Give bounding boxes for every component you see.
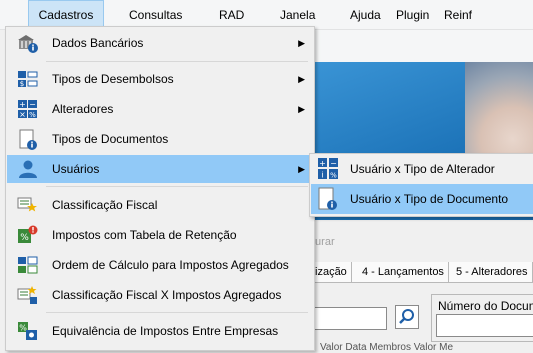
tabs-row: bilização 4 - Lançamentos 5 - Alteradore… bbox=[300, 262, 533, 283]
svg-text:%: % bbox=[20, 233, 29, 243]
document-number-field[interactable] bbox=[436, 314, 533, 337]
submenu-arrow-icon: ▶ bbox=[298, 104, 305, 114]
menu-item-tipos-documentos[interactable]: Tipos de Documentos bbox=[7, 125, 313, 153]
footer-text: Valor Data Membros Valor Me bbox=[320, 342, 454, 353]
menu-item-usuarios[interactable]: Usuários ▶ bbox=[7, 155, 313, 183]
tax-retention-icon: % bbox=[17, 225, 39, 245]
menu-item-label: Equivalência de Impostos Entre Empresas bbox=[52, 324, 279, 338]
menu-separator bbox=[46, 186, 308, 187]
menu-item-classificacao-impostos[interactable]: Classificação Fiscal X Impostos Agregado… bbox=[7, 281, 313, 309]
submenu-item-label: Usuário x Tipo de Documento bbox=[350, 192, 509, 206]
menu-item-label: Dados Bancários bbox=[52, 36, 144, 50]
calculator-info-icon: + − i % bbox=[317, 157, 339, 181]
menu-item-label: Usuários bbox=[52, 162, 100, 176]
cadastros-menu: Dados Bancários ▶ $ Tipos de Desembolsos… bbox=[5, 26, 315, 351]
document-info-icon bbox=[317, 187, 339, 211]
menu-item-label: Tipos de Documentos bbox=[52, 132, 169, 146]
calculator-icon: + − × % bbox=[17, 99, 39, 119]
tax-equivalence-icon: % bbox=[17, 321, 39, 341]
menu-item-label: Tipos de Desembolsos bbox=[52, 72, 174, 86]
svg-text:i: i bbox=[321, 171, 323, 180]
menu-janela[interactable]: Janela bbox=[280, 0, 315, 29]
menu-item-label: Classificação Fiscal X Impostos Agregado… bbox=[52, 288, 282, 302]
menu-item-label: Classificação Fiscal bbox=[52, 198, 158, 212]
menu-item-label: Alteradores bbox=[52, 102, 114, 116]
menu-rad[interactable]: RAD bbox=[219, 0, 244, 29]
usuarios-submenu: + − i % Usuário x Tipo de Alterador Usuá… bbox=[309, 153, 533, 217]
submenu-arrow-icon: ▶ bbox=[298, 38, 305, 48]
menu-item-alteradores[interactable]: + − × % Alteradores ▶ bbox=[7, 95, 313, 123]
document-number-label: Número do Docum bbox=[438, 299, 533, 313]
menu-separator bbox=[46, 312, 308, 313]
menu-item-ordem-calculo[interactable]: Ordem de Cálculo para Impostos Agregados bbox=[7, 251, 313, 279]
svg-text:%: % bbox=[19, 324, 27, 333]
submenu-item-label: Usuário x Tipo de Alterador bbox=[350, 162, 495, 176]
svg-text:$: $ bbox=[20, 80, 24, 88]
search-icon bbox=[399, 309, 414, 324]
tab-lancamentos[interactable]: 4 - Lançamentos bbox=[358, 262, 449, 282]
menu-cadastros[interactable]: Cadastros bbox=[28, 0, 104, 29]
svg-text:×: × bbox=[19, 110, 26, 119]
menu-item-label: Impostos com Tabela de Retenção bbox=[52, 228, 237, 242]
search-field[interactable] bbox=[312, 307, 387, 330]
document-info-icon bbox=[17, 129, 39, 150]
svg-text:−: − bbox=[330, 159, 337, 168]
submenu-arrow-icon: ▶ bbox=[298, 74, 305, 84]
disbursement-types-icon: $ bbox=[17, 69, 39, 89]
tab-alteradores[interactable]: 5 - Alteradores bbox=[452, 262, 533, 282]
menu-ajuda[interactable]: Ajuda bbox=[350, 0, 381, 29]
menu-item-dados-bancarios[interactable]: Dados Bancários ▶ bbox=[7, 29, 313, 57]
svg-text:+: + bbox=[319, 159, 326, 168]
toolbar bbox=[300, 30, 533, 63]
menu-item-equivalencia-impostos[interactable]: % Equivalência de Impostos Entre Empresa… bbox=[7, 317, 313, 345]
svg-text:+: + bbox=[19, 100, 26, 109]
search-button[interactable] bbox=[395, 305, 419, 329]
menu-item-classificacao-fiscal[interactable]: Classificação Fiscal bbox=[7, 191, 313, 219]
svg-text:%: % bbox=[29, 111, 36, 119]
calculation-order-icon bbox=[17, 255, 39, 275]
submenu-item-usuario-documento[interactable]: Usuário x Tipo de Documento bbox=[311, 184, 533, 214]
menu-reinf[interactable]: Reinf bbox=[444, 0, 472, 29]
menu-item-label: Ordem de Cálculo para Impostos Agregados bbox=[52, 258, 289, 272]
user-icon bbox=[17, 159, 39, 179]
capture-button-label: turar bbox=[312, 236, 335, 248]
fiscal-tax-link-icon bbox=[17, 285, 39, 305]
fiscal-classification-icon bbox=[17, 195, 39, 215]
submenu-arrow-icon: ▶ bbox=[298, 164, 305, 174]
menu-consultas[interactable]: Consultas bbox=[129, 0, 182, 29]
svg-text:%: % bbox=[330, 172, 337, 180]
bank-info-icon bbox=[17, 33, 39, 53]
submenu-item-usuario-alterador[interactable]: + − i % Usuário x Tipo de Alterador bbox=[311, 154, 533, 184]
menu-item-tipos-desembolsos[interactable]: $ Tipos de Desembolsos ▶ bbox=[7, 65, 313, 93]
menu-separator bbox=[46, 61, 308, 62]
svg-text:−: − bbox=[29, 100, 36, 109]
menu-item-impostos-retencao[interactable]: % Impostos com Tabela de Retenção bbox=[7, 221, 313, 249]
menu-plugin[interactable]: Plugin bbox=[396, 0, 429, 29]
